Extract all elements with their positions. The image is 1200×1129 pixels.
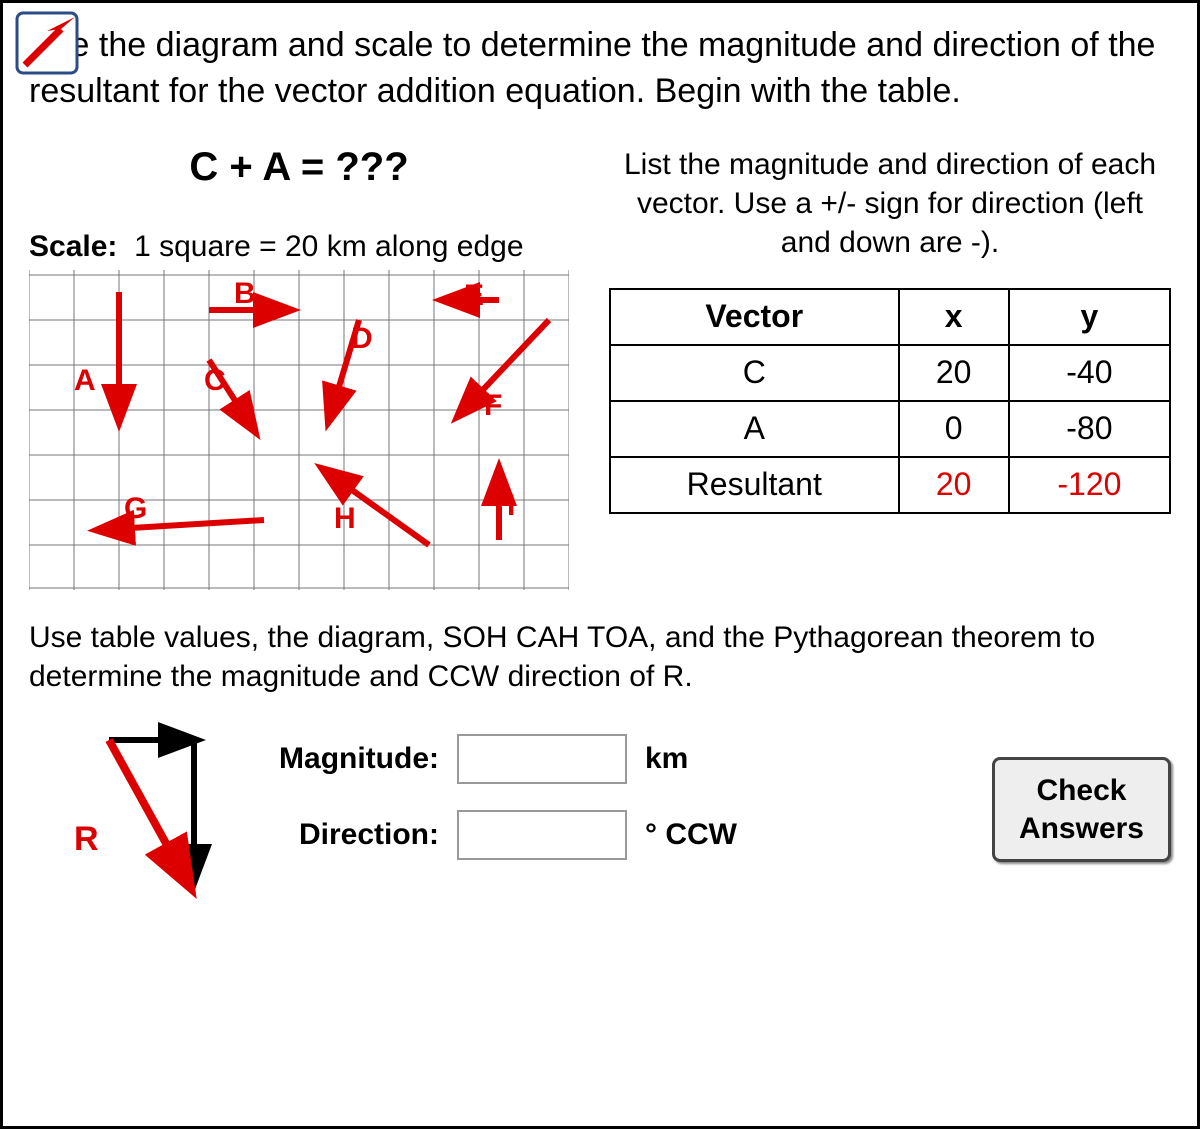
vector-grid-diagram: A B C D E F G H I [29,270,569,590]
r-label: R [74,820,99,858]
magnitude-input[interactable] [457,734,627,784]
check-line1: Check [1036,774,1126,807]
direction-row: Direction: ° CCW [259,810,972,860]
magnitude-unit: km [645,742,765,776]
svg-text:A: A [74,364,96,397]
svg-text:H: H [334,502,356,535]
list-note-text: List the magnitude and direction of each… [609,145,1171,262]
top-row: C + A = ??? Scale: 1 square = 20 km alon… [29,145,1171,590]
table-row: A 0 -80 [610,401,1170,457]
cell-y: -80 [1009,401,1170,457]
direction-unit: ° CCW [645,818,765,852]
svg-text:G: G [124,492,147,525]
equation-text: C + A = ??? [29,145,569,190]
cell-x: 0 [899,401,1009,457]
svg-text:F: F [484,389,502,422]
svg-text:B: B [234,277,256,310]
cell-name: Resultant [610,457,899,513]
instructions-text: Use the diagram and scale to determine t… [29,23,1171,115]
check-answers-button[interactable]: Check Answers [992,757,1171,862]
left-column: C + A = ??? Scale: 1 square = 20 km alon… [29,145,569,590]
col-vector: Vector [610,289,899,345]
answer-area: R Magnitude: km Direction: ° CCW Check A… [29,720,1171,900]
svg-text:C: C [204,364,226,397]
cell-name: C [610,345,899,401]
check-line2: Answers [1019,812,1144,845]
corner-arrow-icon [13,9,83,79]
cell-y: -40 [1009,345,1170,401]
cell-x: 20 [899,345,1009,401]
table-row: C 20 -40 [610,345,1170,401]
vector-table: Vector x y C 20 -40 A 0 -80 [609,288,1171,514]
magnitude-label: Magnitude: [259,742,439,776]
worksheet-page: Use the diagram and scale to determine t… [0,0,1200,1129]
lower-instructions: Use table values, the diagram, SOH CAH T… [29,618,1171,696]
scale-value: 1 square = 20 km along edge [134,230,523,263]
cell-x: 20 [899,457,1009,513]
direction-input[interactable] [457,810,627,860]
svg-text:E: E [464,279,484,312]
col-x: x [899,289,1009,345]
magnitude-row: Magnitude: km [259,734,972,784]
inputs-column: Magnitude: km Direction: ° CCW [259,734,972,886]
scale-label: Scale: [29,230,117,263]
scale-line: Scale: 1 square = 20 km along edge [29,230,569,264]
resultant-diagram: R [29,720,239,900]
svg-text:D: D [351,322,373,355]
right-column: List the magnitude and direction of each… [609,145,1171,514]
table-row: Resultant 20 -120 [610,457,1170,513]
direction-label: Direction: [259,818,439,852]
col-y: y [1009,289,1170,345]
svg-text:I: I [507,489,515,522]
cell-y: -120 [1009,457,1170,513]
table-header-row: Vector x y [610,289,1170,345]
cell-name: A [610,401,899,457]
